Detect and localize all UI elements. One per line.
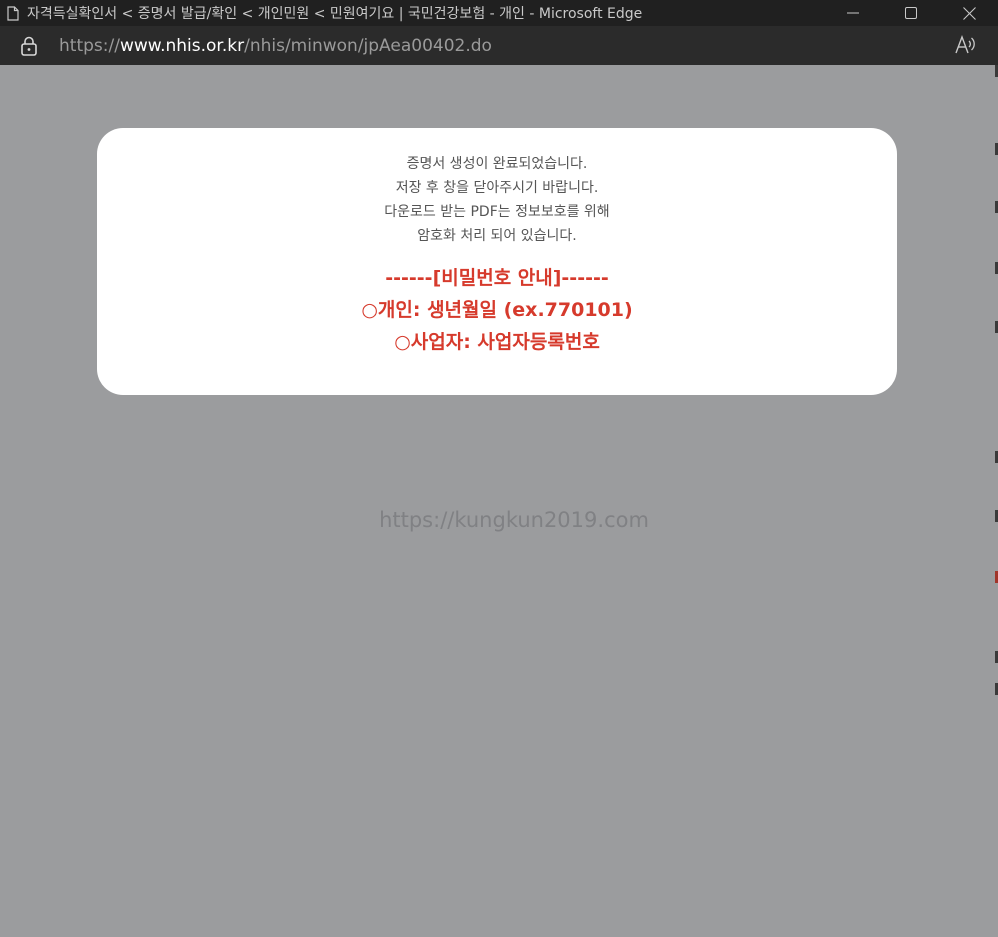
password-guide-header: ------[비밀번호 안내]------ (385, 267, 609, 289)
notice-dialog: 증명서 생성이 완료되었습니다. 저장 후 창을 닫아주시기 바랍니다. 다운로… (97, 128, 897, 395)
maximize-button[interactable] (882, 0, 940, 26)
url-host: www.nhis.or.kr (119, 35, 245, 56)
minimize-icon (847, 12, 859, 14)
notice-line: 증명서 생성이 완료되었습니다. (406, 156, 588, 172)
window-controls (824, 0, 998, 26)
minimize-button[interactable] (824, 0, 882, 26)
url-scheme: https:// (59, 35, 120, 56)
notice-line: 다운로드 받는 PDF는 정보보호를 위해 (384, 204, 610, 220)
notice-line: 암호화 처리 되어 있습니다. (417, 228, 577, 244)
lock-icon[interactable] (20, 36, 38, 56)
read-aloud-icon[interactable] (954, 34, 976, 56)
url-text[interactable]: https://www.nhis.or.kr/nhis/minwon/jpAea… (59, 36, 492, 56)
notice-line: 저장 후 창을 닫아주시기 바랍니다. (395, 180, 599, 196)
password-guide: ------[비밀번호 안내]------ ○개인: 생년월일 (ex.7701… (97, 262, 897, 358)
password-business: ○사업자: 사업자등록번호 (394, 331, 600, 353)
address-bar[interactable]: https://www.nhis.or.kr/nhis/minwon/jpAea… (0, 26, 998, 65)
title-bar[interactable]: 자격득실확인서 < 증명서 발급/확인 < 개인민원 < 민원여기요 | 국민건… (0, 0, 998, 26)
close-icon (962, 6, 976, 20)
notice-messages: 증명서 생성이 완료되었습니다. 저장 후 창을 닫아주시기 바랍니다. 다운로… (97, 152, 897, 248)
scroll-edge (994, 65, 998, 937)
browser-window: 자격득실확인서 < 증명서 발급/확인 < 개인민원 < 민원여기요 | 국민건… (0, 0, 998, 937)
password-individual: ○개인: 생년월일 (ex.770101) (361, 299, 633, 321)
window-title: 자격득실확인서 < 증명서 발급/확인 < 개인민원 < 민원여기요 | 국민건… (27, 6, 643, 22)
document-icon (7, 5, 19, 21)
watermark: https://kungkun2019.com (379, 508, 649, 532)
maximize-icon (905, 7, 917, 19)
url-path: /nhis/minwon/jpAea00402.do (244, 35, 492, 56)
close-button[interactable] (940, 0, 998, 26)
